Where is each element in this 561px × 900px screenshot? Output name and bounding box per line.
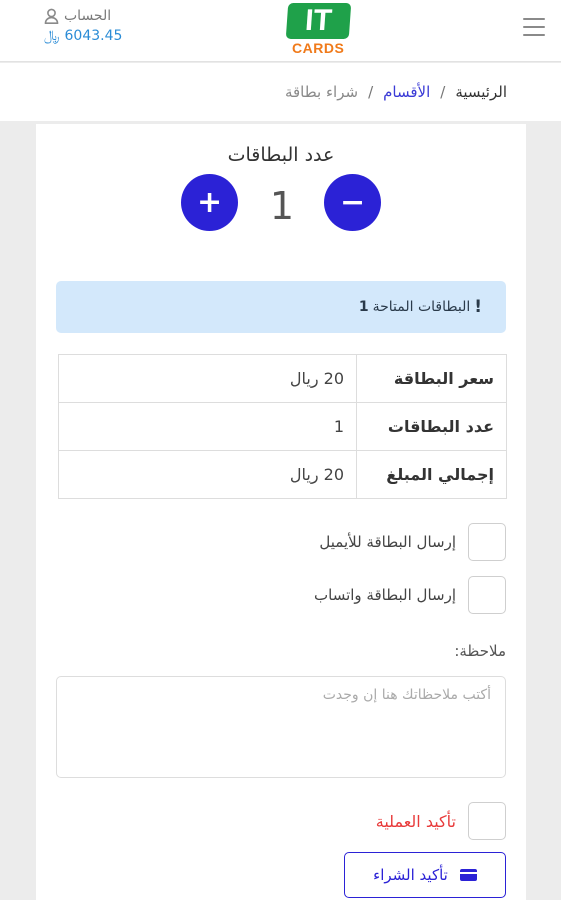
confirm-purchase-label: تأكيد الشراء (373, 866, 448, 884)
row-label: إجمالي المبلغ (356, 450, 507, 499)
send-email-label: إرسال البطاقة للأيميل (319, 533, 456, 551)
quantity-value: 1 (269, 184, 295, 228)
send-email-checkbox[interactable] (468, 523, 506, 561)
notes-field[interactable] (56, 676, 506, 778)
user-icon (44, 8, 59, 24)
breadcrumb-current: شراء بطاقة (284, 83, 359, 101)
alert-text: البطاقات المتاحة (372, 299, 471, 315)
top-header: IT CARDS الحساب ﷼ 6043.45 (0, 0, 561, 62)
send-email-option[interactable]: إرسال البطاقة للأيميل (36, 523, 506, 561)
breadcrumb-separator: / (440, 83, 446, 101)
table-row: سعر البطاقة 20 ريال (58, 354, 507, 403)
send-whatsapp-option[interactable]: إرسال البطاقة واتساب (36, 576, 506, 614)
plus-icon: + (196, 184, 223, 220)
available-cards-alert: ! البطاقات المتاحة 1 (56, 281, 506, 333)
balance-row: ﷼ 6043.45 (44, 28, 134, 44)
quantity-stepper: + 1 − (36, 174, 526, 231)
breadcrumb-home[interactable]: الرئيسية (455, 83, 507, 101)
row-label: سعر البطاقة (356, 354, 507, 403)
minus-icon: − (339, 184, 366, 220)
table-row: عدد البطاقات 1 (58, 402, 507, 451)
menu-icon[interactable] (523, 18, 545, 38)
confirm-operation-checkbox[interactable] (468, 802, 506, 840)
notes-label: ملاحظة: (454, 642, 506, 660)
row-label: عدد البطاقات (356, 402, 507, 451)
purchase-card: عدد البطاقات + 1 − ! البطاقات المتاحة 1 … (36, 124, 526, 900)
balance-value: 6043.45 (64, 28, 123, 44)
confirm-purchase-button[interactable]: تأكيد الشراء (344, 852, 506, 898)
account-link[interactable]: الحساب (44, 8, 134, 24)
account-label: الحساب (64, 8, 112, 24)
row-value: 1 (58, 402, 357, 451)
confirm-operation-option[interactable]: تأكيد العملية (36, 802, 506, 840)
quantity-title: عدد البطاقات (227, 144, 335, 166)
send-whatsapp-label: إرسال البطاقة واتساب (314, 586, 456, 604)
account-panel[interactable]: الحساب ﷼ 6043.45 (44, 8, 134, 44)
breadcrumb: الرئيسية / الأقسام / شراء بطاقة (0, 63, 561, 121)
row-value: 20 ريال (58, 450, 357, 499)
row-value: 20 ريال (58, 354, 357, 403)
increase-button[interactable]: + (181, 174, 238, 231)
credit-card-icon (459, 869, 477, 881)
decrease-button[interactable]: − (324, 174, 381, 231)
logo-text: IT (304, 4, 334, 37)
breadcrumb-sections[interactable]: الأقسام (383, 83, 430, 101)
summary-table: سعر البطاقة 20 ريال عدد البطاقات 1 إجمال… (58, 354, 507, 499)
send-whatsapp-checkbox[interactable] (468, 576, 506, 614)
confirm-operation-label: تأكيد العملية (375, 811, 456, 831)
available-count: 1 (358, 299, 369, 315)
logo-subtext: CARDS (292, 40, 345, 56)
exclamation-icon: ! (474, 297, 482, 317)
breadcrumb-separator: / (368, 83, 374, 101)
itcards-logo[interactable]: IT CARDS (285, 3, 352, 57)
currency-icon: ﷼ (44, 28, 60, 44)
table-row: إجمالي المبلغ 20 ريال (58, 450, 507, 499)
logo-badge: IT (285, 3, 352, 39)
